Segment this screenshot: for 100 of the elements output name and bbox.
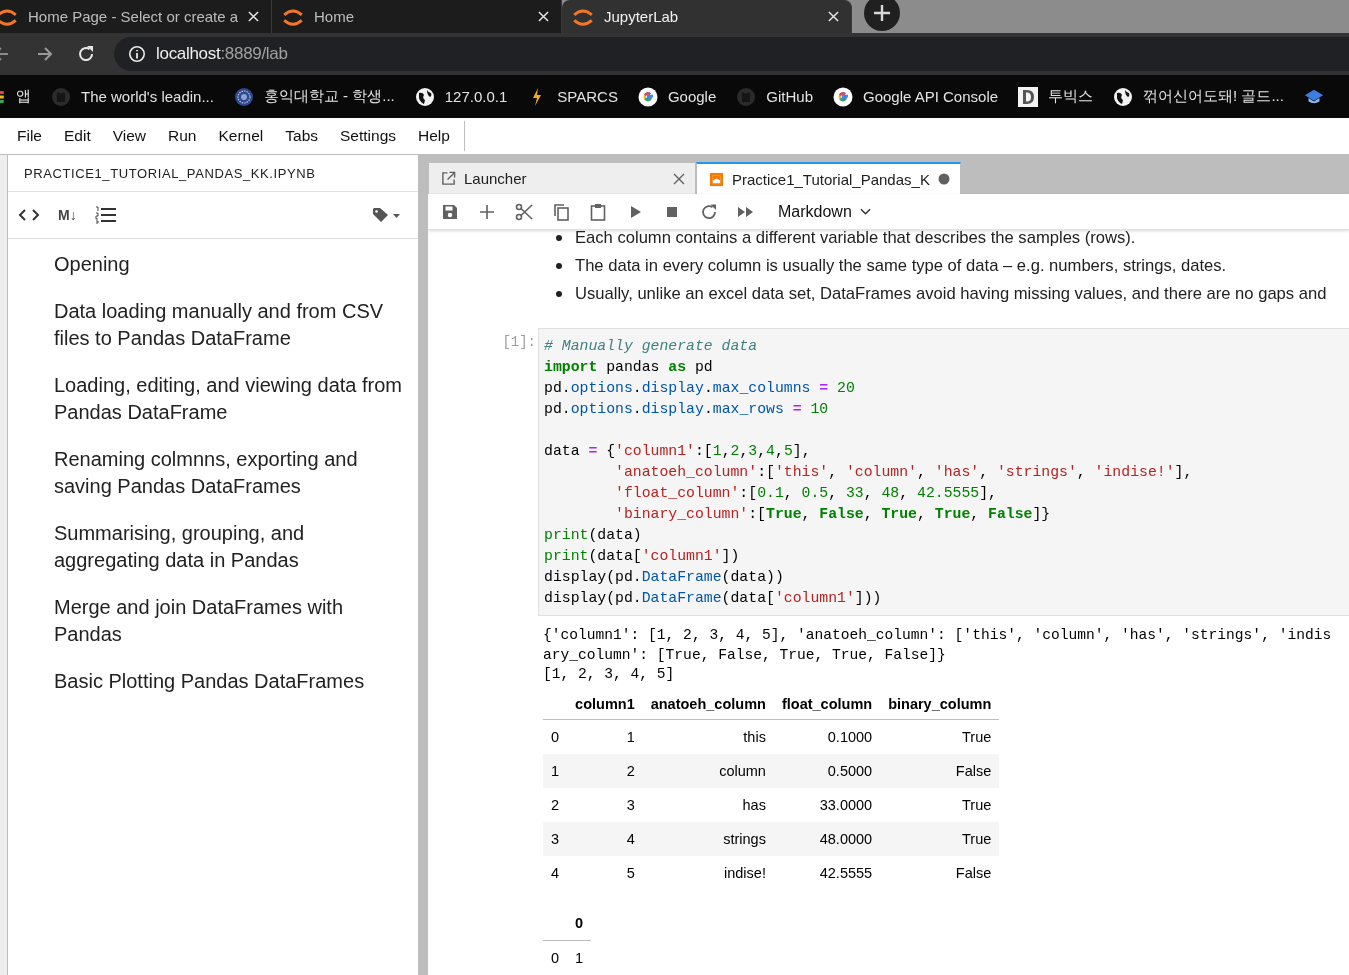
toc-entry[interactable]: Merge and join DataFrames with Pandas (54, 594, 402, 648)
code-line: print(data) (544, 527, 642, 543)
tab-title: JupyterLab (604, 8, 680, 25)
toc-entry[interactable]: Renaming colmnns, exporting and saving Pandas DataFrames (54, 446, 402, 500)
column-header: float_column (773, 688, 881, 719)
menu-item[interactable]: Settings (329, 127, 408, 145)
bullet-icon (556, 263, 562, 269)
notebook-icon (709, 171, 724, 187)
unsaved-dot-icon[interactable] (937, 173, 950, 185)
table-cell: this (642, 719, 774, 754)
bookmark-label: 앱 (16, 87, 31, 106)
browser-tab[interactable]: JupyterLab (562, 0, 852, 33)
table-cell: indise! (642, 855, 774, 890)
bookmark[interactable]: Google API Console (833, 86, 999, 107)
info-icon (128, 45, 146, 63)
toc-entry[interactable]: Basic Plotting Pandas DataFrames (54, 668, 402, 695)
menu-item[interactable]: Edit (53, 127, 102, 145)
list-item: Usually, unlike an excel data set, DataFrames avoid having missing values, and there are no gaps and (575, 284, 1327, 304)
code-line: data = {'column1':[1,2,3,4,5], (544, 443, 811, 459)
bookmark-label: Google API Console (863, 88, 999, 105)
bookmark[interactable]: The world's leadin... (51, 86, 214, 107)
bookmark-label: 홍익대학교 - 학생... (263, 87, 395, 106)
menu-item[interactable]: Help (407, 127, 461, 145)
table-cell: 0.5000 (773, 753, 881, 788)
copy-icon[interactable] (552, 202, 570, 221)
list-item: The data in every column is usually the same type of data – e.g. numbers, strings, dates. (575, 256, 1227, 276)
menu-item[interactable]: View (101, 127, 158, 145)
table-cell: 42.5555 (773, 855, 881, 890)
bookmark-label: 127.0.0.1 (444, 88, 508, 105)
tab-label: Launcher (464, 170, 528, 187)
browser-tab[interactable]: Home (272, 0, 562, 33)
menu-item[interactable]: File (6, 127, 53, 145)
address-field[interactable]: localhost:8889/lab (114, 37, 1349, 71)
chevron-down-icon (859, 207, 871, 216)
table-cell: False (880, 753, 1000, 788)
save-icon[interactable] (441, 202, 459, 221)
bullet-icon (556, 235, 562, 241)
bookmark-label: SPARCS (557, 88, 618, 105)
tab-label: Practice1_Tutorial_Pandas_K (732, 170, 930, 188)
output-line: {'column1': [1, 2, 3, 4, 5], 'anatoeh_column': ['this', 'column', 'has', 'strings', 'indis (543, 626, 1333, 645)
menu-item[interactable]: Tabs (274, 127, 330, 145)
toc-entry[interactable]: Opening (54, 251, 402, 278)
menu-item[interactable]: Run (157, 127, 208, 145)
bookmark-label: GitHub (766, 88, 813, 105)
column-header: binary_column (880, 688, 1000, 719)
new-tab-icon[interactable] (864, 0, 900, 31)
column-header: column1 (567, 688, 643, 719)
bookmark-label: Google (667, 88, 717, 105)
toc-entry[interactable]: Data loading manually and from CSV files to Pandas DataFrame (54, 298, 402, 352)
table-cell: 1 (567, 940, 592, 975)
bookmark[interactable]: Google (637, 86, 717, 107)
globe-icon (414, 86, 435, 107)
reload-icon[interactable] (76, 44, 96, 64)
numbered-list-icon[interactable] (94, 206, 117, 224)
table-cell: 48.0000 (773, 821, 881, 856)
bookmark[interactable]: SPARCS (527, 86, 618, 107)
bookmark-label: 투빅스 (1048, 87, 1094, 106)
table-cell: True (880, 821, 1000, 856)
tab-title: Home (314, 8, 355, 25)
bookmark[interactable]: 투빅스 (1018, 86, 1094, 107)
toc-entry[interactable]: Summarising, grouping, and aggregating data in Pandas (54, 520, 402, 574)
clipboard-icon[interactable] (589, 202, 607, 221)
code-editor[interactable] (538, 328, 1349, 616)
tag-icon[interactable] (372, 207, 402, 223)
toc-entry[interactable]: Loading, editing, and viewing data from Pandas DataFrame (54, 372, 402, 426)
bookmark[interactable]: 꺾어신어도돼! 골드... (1113, 86, 1284, 107)
table-cell: 0.1000 (773, 719, 881, 754)
cell-type-dropdown[interactable]: Markdown (778, 202, 871, 221)
menu-item[interactable]: Kernel (207, 127, 275, 145)
tab-title: Home Page - Select or create a (28, 8, 238, 25)
scissors-icon[interactable] (515, 202, 533, 221)
document-tab[interactable]: Practice1_Tutorial_Pandas_K (696, 162, 961, 194)
execution-count: [1]: (501, 333, 536, 352)
code-line: 'anatoeh_column':['this', 'column', 'has', 'strings', 'indise!'], (614, 464, 1193, 480)
document-tab[interactable]: Launcher (428, 162, 696, 194)
table-cell: 4 (567, 821, 643, 856)
code-line: 'float_column':[0.1, 0.5, 33, 48, 42.5555], (614, 485, 997, 501)
google-icon (637, 86, 658, 107)
code-line: display(pd.DataFrame(data['column1'])) (544, 590, 882, 606)
table-cell: 0 (543, 940, 568, 975)
url-text: localhost:8889/lab (156, 44, 288, 64)
code-line: pd.options.display.max_columns = 20 (544, 380, 855, 396)
table-cell: 2 (567, 753, 643, 788)
add-icon[interactable] (478, 202, 496, 221)
bookmark[interactable]: 127.0.0.1 (414, 86, 508, 107)
restart-icon[interactable] (700, 202, 718, 221)
browser-tab[interactable]: Home Page - Select or create a (0, 0, 272, 33)
code-line: 'binary_column':[True, False, True, True, False]} (614, 506, 1051, 522)
code-line: pd.options.display.max_rows = 10 (544, 401, 829, 417)
table-cell: 4 (543, 855, 568, 890)
bookmark[interactable]: GitHub (736, 86, 813, 107)
table-cell: strings (642, 821, 774, 856)
output-line: [1, 2, 3, 4, 5] (543, 665, 676, 684)
markdown-toggle[interactable]: M↓ (58, 207, 77, 223)
globe-icon (1113, 86, 1134, 107)
column-header: anatoeh_column (642, 688, 774, 719)
table-cell: 0 (543, 719, 568, 754)
seal-icon (233, 86, 254, 107)
bookmark[interactable]: 홍익대학교 - 학생... (233, 86, 395, 107)
bookmark[interactable]: 앱 (0, 87, 31, 106)
